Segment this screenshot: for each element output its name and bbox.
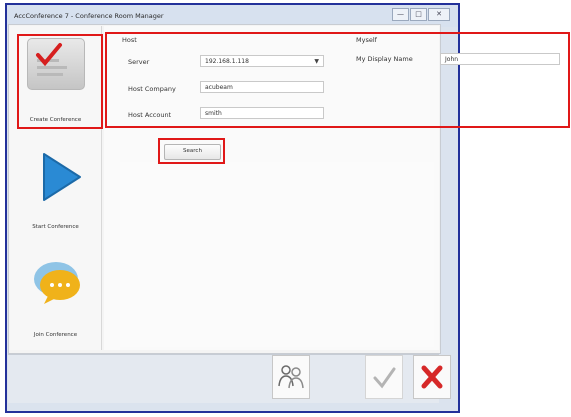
users-icon — [278, 365, 304, 389]
host-company-input[interactable]: acubeam — [200, 81, 324, 93]
host-company-label: Host Company — [128, 85, 176, 93]
sidebar-item-start-conference[interactable]: Start Conference — [10, 136, 101, 236]
search-button[interactable]: Search — [164, 144, 221, 160]
results-area — [120, 162, 434, 347]
sidebar-item-label: Start Conference — [32, 224, 79, 230]
host-account-label: Host Account — [128, 111, 172, 119]
chat-bubble-icon — [34, 262, 80, 304]
sidebar-item-join-conference[interactable]: Join Conference — [10, 246, 101, 346]
sidebar-item-label: Create Conference — [29, 117, 82, 123]
close-button[interactable] — [413, 355, 451, 399]
play-icon — [43, 153, 81, 201]
maximize-button[interactable]: □ — [410, 8, 427, 21]
server-select[interactable]: 192.168.1.118 ▼ — [200, 55, 324, 67]
users-button[interactable] — [272, 355, 310, 399]
chevron-down-icon: ▼ — [314, 58, 319, 65]
create-conference-icon — [27, 38, 85, 90]
check-icon — [373, 367, 396, 389]
close-window-button[interactable]: ✕ — [428, 8, 450, 21]
minimize-button[interactable]: — — [392, 8, 409, 21]
server-value: 192.168.1.118 — [205, 58, 249, 65]
confirm-button[interactable] — [365, 355, 403, 399]
sidebar: Create Conference Start Conference Join … — [10, 26, 102, 350]
close-icon — [421, 365, 443, 389]
display-name-input[interactable]: John — [440, 53, 560, 65]
sidebar-item-create-conference[interactable]: Create Conference — [10, 26, 101, 126]
window-controls: — □ ✕ — [391, 8, 450, 21]
sidebar-item-label: Join Conference — [33, 332, 78, 338]
display-name-label: My Display Name — [356, 55, 413, 63]
myself-section-label: Myself — [356, 36, 377, 44]
host-section-label: Host — [122, 36, 137, 44]
server-label: Server — [128, 58, 150, 66]
host-account-input[interactable]: smith — [200, 107, 324, 119]
window-title: AccConference 7 - Conference Room Manage… — [14, 12, 164, 20]
